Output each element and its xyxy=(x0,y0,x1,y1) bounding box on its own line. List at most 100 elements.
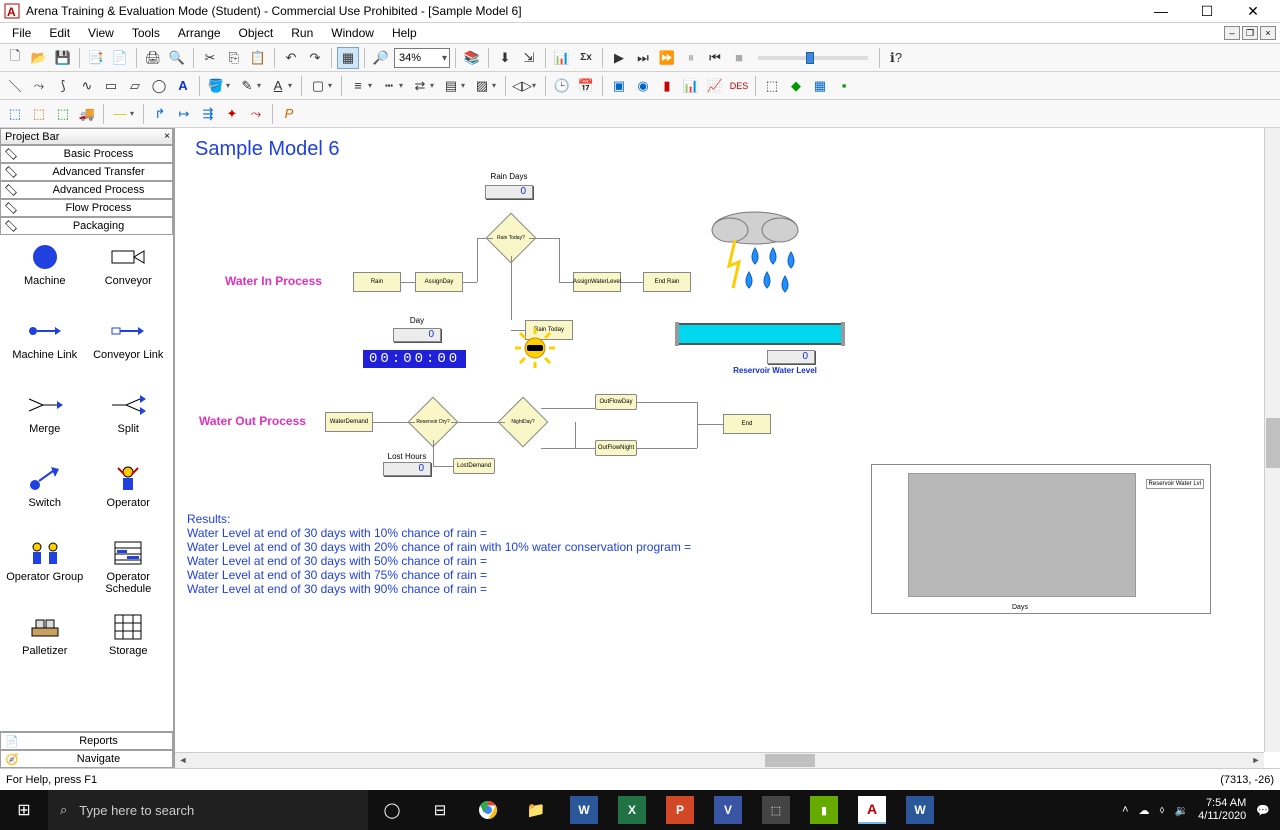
cat-reports[interactable]: 📄Reports xyxy=(0,732,173,750)
window-bg-dd[interactable]: ▾ xyxy=(328,81,336,90)
arc-icon[interactable]: ⟆ xyxy=(52,75,74,97)
hscroll-left-icon[interactable]: ◄ xyxy=(175,753,191,767)
run-step-icon[interactable]: ⏭ xyxy=(632,47,654,69)
text-color-dd[interactable]: ▾ xyxy=(288,81,296,90)
window-bg-icon[interactable]: ▢ xyxy=(307,75,329,97)
box-icon[interactable]: ▭ xyxy=(100,75,122,97)
cat-basic-process[interactable]: Basic Process xyxy=(0,145,173,163)
cat-advanced-transfer[interactable]: Advanced Transfer xyxy=(0,163,173,181)
anim-distance-icon[interactable]: ↦ xyxy=(173,103,195,125)
tray-notifications-icon[interactable]: 💬 xyxy=(1256,804,1270,817)
close-button[interactable]: ✕ xyxy=(1230,0,1276,22)
menu-run[interactable]: Run xyxy=(283,24,321,42)
submodel-icon[interactable]: ⬇ xyxy=(494,47,516,69)
mod-rain[interactable]: Rain xyxy=(353,272,401,292)
line-width-dd[interactable]: ▾ xyxy=(368,81,376,90)
anim-transporter-icon[interactable]: 🚚 xyxy=(76,103,98,125)
text-icon[interactable]: A xyxy=(172,75,194,97)
flip-horizontal-icon[interactable]: ◁▷ xyxy=(511,75,533,97)
line-style-dd[interactable]: ▾ xyxy=(399,81,407,90)
zoom-icon[interactable]: 🔎 xyxy=(370,47,392,69)
palette-conveyor-link[interactable]: Conveyor Link xyxy=(88,313,170,383)
start-button[interactable]: ⊞ xyxy=(0,790,48,830)
anim-route-icon[interactable]: ↱ xyxy=(149,103,171,125)
mod-outflownight[interactable]: OutFlowNight xyxy=(595,440,637,456)
run-pause-icon[interactable]: ⏸ xyxy=(680,47,702,69)
task-app1[interactable]: ⬚ xyxy=(762,796,790,824)
anim-queue-icon[interactable]: ⬚ xyxy=(761,75,783,97)
anim-level-icon[interactable]: ▮ xyxy=(656,75,678,97)
print-icon[interactable]: 🖨 xyxy=(142,47,164,69)
expression-icon[interactable]: Σx xyxy=(575,47,597,69)
projectbar-close-icon[interactable]: × xyxy=(164,131,170,142)
task-excel[interactable]: X xyxy=(618,796,646,824)
redo-icon[interactable]: ↷ xyxy=(304,47,326,69)
line-style-icon[interactable]: ┅ xyxy=(378,75,400,97)
hscroll-right-icon[interactable]: ► xyxy=(1248,753,1264,767)
cat-flow-process[interactable]: Flow Process xyxy=(0,199,173,217)
template-attach-icon[interactable]: 📑 xyxy=(85,47,107,69)
palette-palletizer[interactable]: Palletizer xyxy=(4,609,86,679)
palette-merge[interactable]: Merge xyxy=(4,387,86,457)
line-color-icon[interactable]: ✎ xyxy=(236,75,258,97)
fill-color-dd[interactable]: ▾ xyxy=(226,81,234,90)
mod-assignwaterlevel[interactable]: AssignWaterLevel xyxy=(573,272,621,292)
palette-operator[interactable]: Operator xyxy=(88,461,170,531)
mod-nightday[interactable]: NightDay? xyxy=(505,404,541,440)
mdi-restore[interactable]: ❐ xyxy=(1242,26,1258,40)
input-analyzer-icon[interactable]: 📊 xyxy=(551,47,573,69)
copy-icon[interactable]: ⎘ xyxy=(223,47,245,69)
fill-pattern-icon[interactable]: ▨ xyxy=(471,75,493,97)
maximize-button[interactable]: ☐ xyxy=(1184,0,1230,22)
tray-volume-icon[interactable]: 🔉 xyxy=(1174,804,1188,817)
cat-advanced-process[interactable]: Advanced Process xyxy=(0,181,173,199)
open-icon[interactable]: 📂 xyxy=(28,47,50,69)
flip-dd[interactable]: ▾ xyxy=(532,81,540,90)
palette-conveyor[interactable]: Conveyor xyxy=(88,239,170,309)
mod-lostdemand[interactable]: LostDemand xyxy=(453,458,495,474)
anim-resource-icon[interactable]: ◆ xyxy=(785,75,807,97)
polyline-icon[interactable]: ⤳ xyxy=(28,75,50,97)
anim-global-icon[interactable]: ▦ xyxy=(809,75,831,97)
mod-waterdemand[interactable]: WaterDemand xyxy=(325,412,373,432)
cat-navigate[interactable]: 🧭Navigate xyxy=(0,750,173,768)
vertical-scrollbar[interactable] xyxy=(1264,128,1280,752)
line-width-icon[interactable]: ≡ xyxy=(347,75,369,97)
anim-date-icon[interactable]: 📅 xyxy=(575,75,597,97)
line-pattern-icon[interactable]: ▤ xyxy=(440,75,462,97)
model-canvas[interactable]: Sample Model 6 Rain Days 0 Water In Proc… xyxy=(175,128,1264,752)
anim-seize-icon[interactable]: ⬚ xyxy=(28,103,50,125)
palette-switch[interactable]: Switch xyxy=(4,461,86,531)
undo-icon[interactable]: ↶ xyxy=(280,47,302,69)
template-detach-icon[interactable]: 📄 xyxy=(109,47,131,69)
mod-end[interactable]: End xyxy=(723,414,771,434)
task-arena[interactable]: A xyxy=(858,796,886,824)
ellipse-icon[interactable]: ◯ xyxy=(148,75,170,97)
anim-link-icon[interactable]: ⤳ xyxy=(245,103,267,125)
task-view[interactable]: ⊟ xyxy=(416,790,464,830)
anim-segment-icon[interactable]: — xyxy=(109,103,131,125)
anim-var-icon[interactable]: ▣ xyxy=(608,75,630,97)
mod-reservoir-dry[interactable]: Reservoir Dry? xyxy=(415,404,451,440)
arrow-style-dd[interactable]: ▾ xyxy=(430,81,438,90)
minimize-button[interactable]: — xyxy=(1138,0,1184,22)
palette-split[interactable]: Split xyxy=(88,387,170,457)
line-color-dd[interactable]: ▾ xyxy=(257,81,265,90)
text-color-icon[interactable]: A xyxy=(267,75,289,97)
anim-entity-icon[interactable]: ◉ xyxy=(632,75,654,97)
paste-icon[interactable]: 📋 xyxy=(247,47,269,69)
save-icon[interactable]: 💾 xyxy=(52,47,74,69)
anim-station-icon[interactable]: ▪ xyxy=(833,75,855,97)
anim-histogram-icon[interactable]: 📊 xyxy=(680,75,702,97)
plot-widget[interactable]: Days Reservoir Water Lvl xyxy=(871,464,1211,614)
menu-edit[interactable]: Edit xyxy=(41,24,78,42)
mdi-minimize[interactable]: – xyxy=(1224,26,1240,40)
run-start-over-icon[interactable]: ⏮ xyxy=(704,47,726,69)
palette-operator-group[interactable]: Operator Group xyxy=(4,535,86,605)
print-preview-icon[interactable]: 🔍 xyxy=(166,47,188,69)
fill-color-icon[interactable]: 🪣 xyxy=(205,75,227,97)
tray-clock[interactable]: 7:54 AM 4/11/2020 xyxy=(1198,797,1246,823)
menu-help[interactable]: Help xyxy=(384,24,425,42)
menu-file[interactable]: File xyxy=(4,24,39,42)
layers-icon[interactable]: 📚 xyxy=(461,47,483,69)
